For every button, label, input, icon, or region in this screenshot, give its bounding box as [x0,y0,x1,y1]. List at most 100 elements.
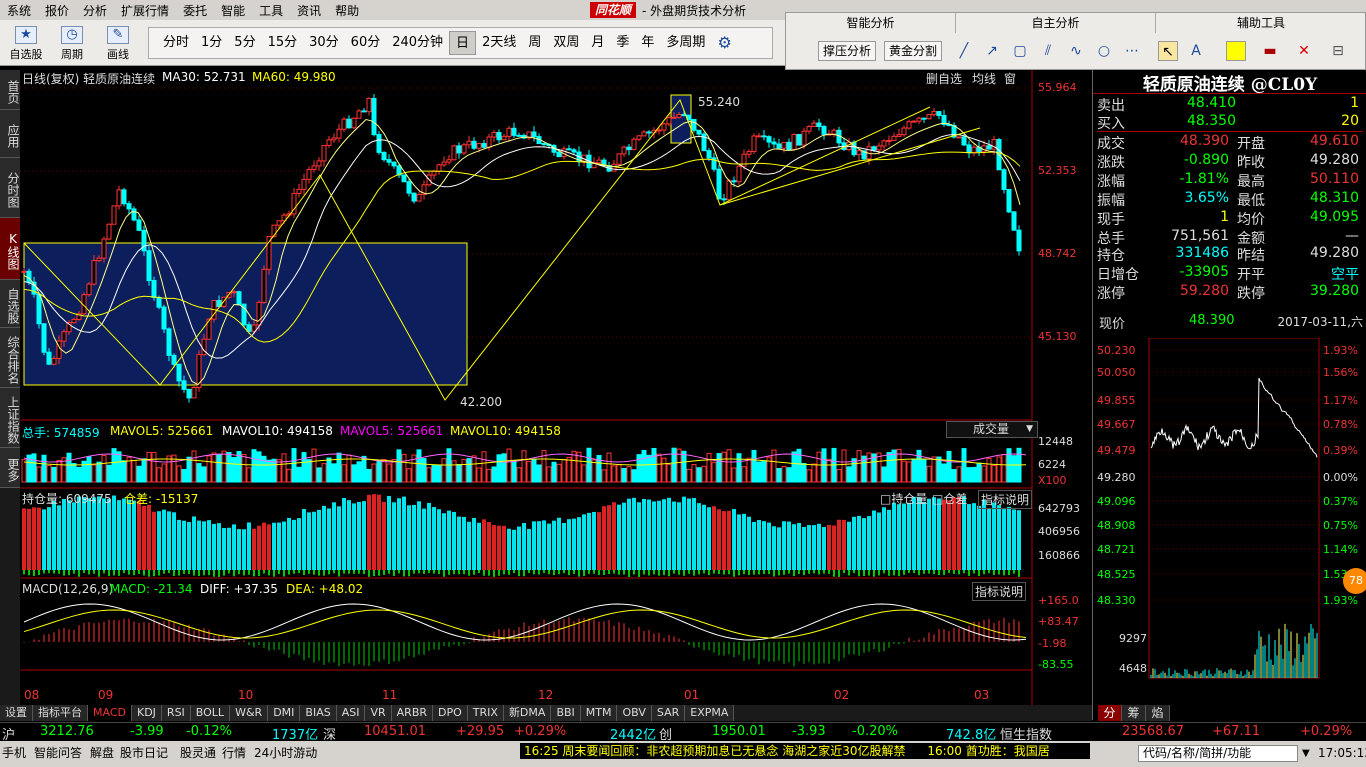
kline-chart-area[interactable]: 日线(复权) 轻质原油连续 MA30: 52.731 MA60: 49.980 … [20,70,1092,720]
indicator-tab[interactable]: 设置 [0,705,33,721]
draw-line-button[interactable]: ✎ 画线 [98,20,138,64]
intraday-tab[interactable]: 焰 [1146,705,1170,721]
indicator-tab[interactable]: TRIX [467,705,504,721]
indicator-tab[interactable]: ARBR [391,705,434,721]
indicator-tab[interactable]: DMI [268,705,301,721]
indicator-tab[interactable]: 指标平台 [33,705,88,721]
news-item[interactable]: 16:25 周末要闻回顾：非农超预期加息已无悬念 海湖之家近30亿股解禁 [524,744,905,758]
watchlist-button[interactable]: ★ 自选股 [6,20,46,64]
statusbar-item[interactable]: 24小时游动 [254,744,317,762]
indicator-tab[interactable]: RSI [161,705,191,721]
menu-smart[interactable]: 智能 [214,2,252,19]
period-3[interactable]: 5分 [228,31,261,55]
indicator-tab[interactable]: EXPMA [685,705,735,721]
left-tab-7[interactable]: 上证指数 [0,388,20,448]
left-tab-6[interactable]: 综合排名 [0,328,20,388]
menu-analysis[interactable]: 分析 [76,2,114,19]
period-5[interactable]: 30分 [303,31,345,55]
period-15[interactable]: 多周期 [660,31,711,55]
indicator-tab[interactable]: W&R [230,705,269,721]
period-1[interactable]: 分时 [157,31,195,55]
period-13[interactable]: 季 [610,31,635,55]
statusbar-item[interactable]: 股市日记 [120,744,168,762]
menu-trade[interactable]: 委托 [176,2,214,19]
rect-tool-icon[interactable]: ▢ [1010,41,1030,61]
channel-tool-icon[interactable]: ⫽ [1038,41,1058,61]
period-11[interactable]: 双周 [547,31,585,55]
support-resistance-button[interactable]: 撑压分析 [818,41,877,61]
menu-system[interactable]: 系统 [0,2,38,19]
period-button[interactable]: ◷ 周期 [52,20,92,64]
indicator-tab[interactable]: BIAS [300,705,337,721]
section-self-analysis[interactable]: 自主分析 [956,13,1156,33]
period-7[interactable]: 240分钟 [386,31,449,55]
section-smart-analysis[interactable]: 智能分析 [786,13,956,33]
indicator-tab[interactable]: KDJ [131,705,162,721]
menu-info[interactable]: 资讯 [290,2,328,19]
left-tab-2[interactable]: 应用 [0,110,20,158]
period-12[interactable]: 月 [585,31,610,55]
gear-icon[interactable]: ⚙ [711,31,737,55]
lock-tool-icon[interactable]: ⊟ [1328,41,1348,61]
left-tab-4[interactable]: K线图 [0,218,20,280]
intraday-tab[interactable]: 筹 [1122,705,1146,721]
menu-tools[interactable]: 工具 [252,2,290,19]
left-tab-3[interactable]: 分时图 [0,158,20,218]
indicator-tab[interactable]: OBV [617,705,652,721]
period-9[interactable]: 2天线 [476,31,522,55]
period-6[interactable]: 60分 [345,31,387,55]
circle-tool-icon[interactable]: ○ [1094,41,1114,61]
line-tool-icon[interactable]: ╱ [954,41,974,61]
indicator-tab[interactable]: ASI [336,705,366,721]
indicator-tab[interactable]: MTM [580,705,618,721]
delete-tool-icon[interactable]: ✕ [1294,41,1314,61]
indicator-tab[interactable]: BOLL [190,705,231,721]
news-ticker[interactable]: 16:25 周末要闻回顾：非农超预期加息已无悬念 海湖之家近30亿股解禁 16:… [520,743,1090,759]
statusbar-item[interactable]: 解盘 [90,744,114,762]
search-input[interactable]: 代码/名称/简拼/功能 [1138,745,1298,762]
period-4[interactable]: 15分 [262,31,304,55]
style-tool-icon[interactable]: ▬ [1260,41,1280,61]
indicator-tab[interactable]: 新DMA [503,705,552,721]
text-tool-icon[interactable]: A [1186,41,1206,61]
indicator-dropdown[interactable]: 成交量 ▼ [946,421,1038,438]
ray-tool-icon[interactable]: ↗ [982,41,1002,61]
indicator-tab[interactable]: BBI [551,705,581,721]
intraday-tab[interactable]: 分 [1098,705,1122,721]
cursor-tool-icon[interactable]: ↖ [1158,41,1178,61]
left-tab-5[interactable]: 自选股 [0,280,20,328]
menu-quote[interactable]: 报价 [38,2,76,19]
wave-tool-icon[interactable]: ∿ [1066,41,1086,61]
intraday-chart[interactable]: 50.230 1.93% 50.050 1.56% 49.855 1.17% 49.667 0… [1093,338,1366,706]
period-2[interactable]: 1分 [195,31,228,55]
menu-help[interactable]: 帮助 [328,2,366,19]
remove-watchlist-button[interactable]: 删自选 [926,70,962,87]
menu-extended[interactable]: 扩展行情 [114,2,176,19]
ma-button[interactable]: 均线 [972,70,996,87]
color-swatch-icon[interactable] [1226,41,1246,61]
macd-explain-button[interactable]: 指标说明 [972,582,1027,601]
section-aux-tools[interactable]: 辅助工具 [1156,13,1366,33]
left-tab-8[interactable]: 更多 [0,448,20,488]
indicator-tab[interactable]: SAR [651,705,686,721]
statusbar-item[interactable]: 手机 [2,744,26,762]
golden-section-button[interactable]: 黄金分割 [884,41,943,61]
floating-badge[interactable]: 78 [1343,568,1366,594]
oi-diff-legend-checkbox[interactable]: □仓差 [932,490,967,507]
indicator-tab[interactable]: DPO [433,705,468,721]
statusbar-item[interactable]: 智能问答 [34,744,82,762]
period-8[interactable]: 日 [449,31,477,55]
oi-explain-button[interactable]: 指标说明 [978,490,1033,509]
statusbar-item[interactable]: 行情 [222,744,246,762]
left-tab-1[interactable]: 首页 [0,70,20,110]
indicator-tab[interactable]: MACD [88,705,132,721]
news-item[interactable]: 16:00 酋功胜：我国居 [927,744,1049,758]
more-tool-icon[interactable]: ⋯ [1122,41,1142,61]
oi-legend-checkbox[interactable]: □持仓量 [880,490,927,507]
period-10[interactable]: 周 [522,31,547,55]
window-button[interactable]: 窗 [1004,70,1016,87]
statusbar-item[interactable]: 股灵通 [180,744,216,762]
period-14[interactable]: 年 [635,31,660,55]
search-dropdown-icon[interactable]: ▼ [1302,745,1316,762]
indicator-tab[interactable]: VR [365,705,392,721]
